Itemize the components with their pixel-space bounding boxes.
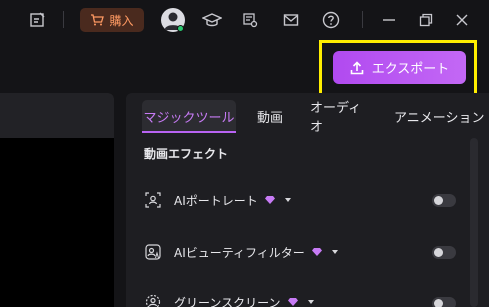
tab-video[interactable]: 動画 [250,100,290,132]
effect-toggle-green-screen[interactable] [432,297,456,307]
toggle-knob [434,196,443,205]
tab-animation[interactable]: アニメーション [394,100,489,132]
help-icon[interactable] [321,10,341,30]
premium-gem-icon [311,248,322,256]
learn-icon[interactable] [201,10,223,30]
premium-gem-icon [264,196,275,204]
chevron-down-icon[interactable] [331,250,338,254]
premium-gem-icon [287,298,298,306]
minimize-icon[interactable] [379,10,399,30]
title-bar: 購入 [0,0,489,40]
effect-label: グリーンスクリーン [174,295,281,307]
export-button[interactable]: エクスポート [333,51,466,84]
close-icon[interactable] [452,10,472,30]
toggle-knob [434,299,443,307]
toggle-knob [434,248,443,257]
restore-icon[interactable] [416,10,436,30]
active-tab-underline [142,131,236,133]
tools-tabs: マジックツール 動画 オーディオ アニメーション [126,97,489,135]
buy-label: 購入 [109,13,134,28]
effect-toggle-ai-portrait[interactable] [432,194,456,207]
tab-audio[interactable]: オーディオ [310,100,370,135]
divider [63,11,64,28]
buy-button[interactable]: 購入 [80,8,144,32]
effect-label: AIビューティフィルター [174,245,305,260]
portrait-icon [144,191,162,209]
export-label: エクスポート [371,62,450,77]
cart-icon [91,14,105,26]
effect-label: AIポートレート [174,193,258,208]
notes-icon[interactable] [27,10,47,30]
ai-beauty-icon [144,243,162,261]
chevron-down-icon[interactable] [307,300,314,304]
effect-toggle-ai-beauty[interactable] [432,246,456,259]
effect-row-ai-portrait[interactable]: AIポートレート [144,188,464,212]
mail-icon[interactable] [281,10,301,30]
settings-tool-icon[interactable] [240,10,260,30]
effect-row-green-screen[interactable]: グリーンスクリーン [144,290,464,307]
effect-row-ai-beauty[interactable]: AIビューティフィルター [144,240,464,264]
tab-magic-tools[interactable]: マジックツール [142,100,236,132]
scrollbar[interactable] [470,138,478,307]
export-icon [350,60,363,74]
section-title: 動画エフェクト [144,147,229,161]
divider [362,11,363,28]
preview-header [0,93,114,138]
green-screen-icon [144,293,162,307]
online-status-dot [177,25,184,32]
chevron-down-icon[interactable] [284,198,291,202]
